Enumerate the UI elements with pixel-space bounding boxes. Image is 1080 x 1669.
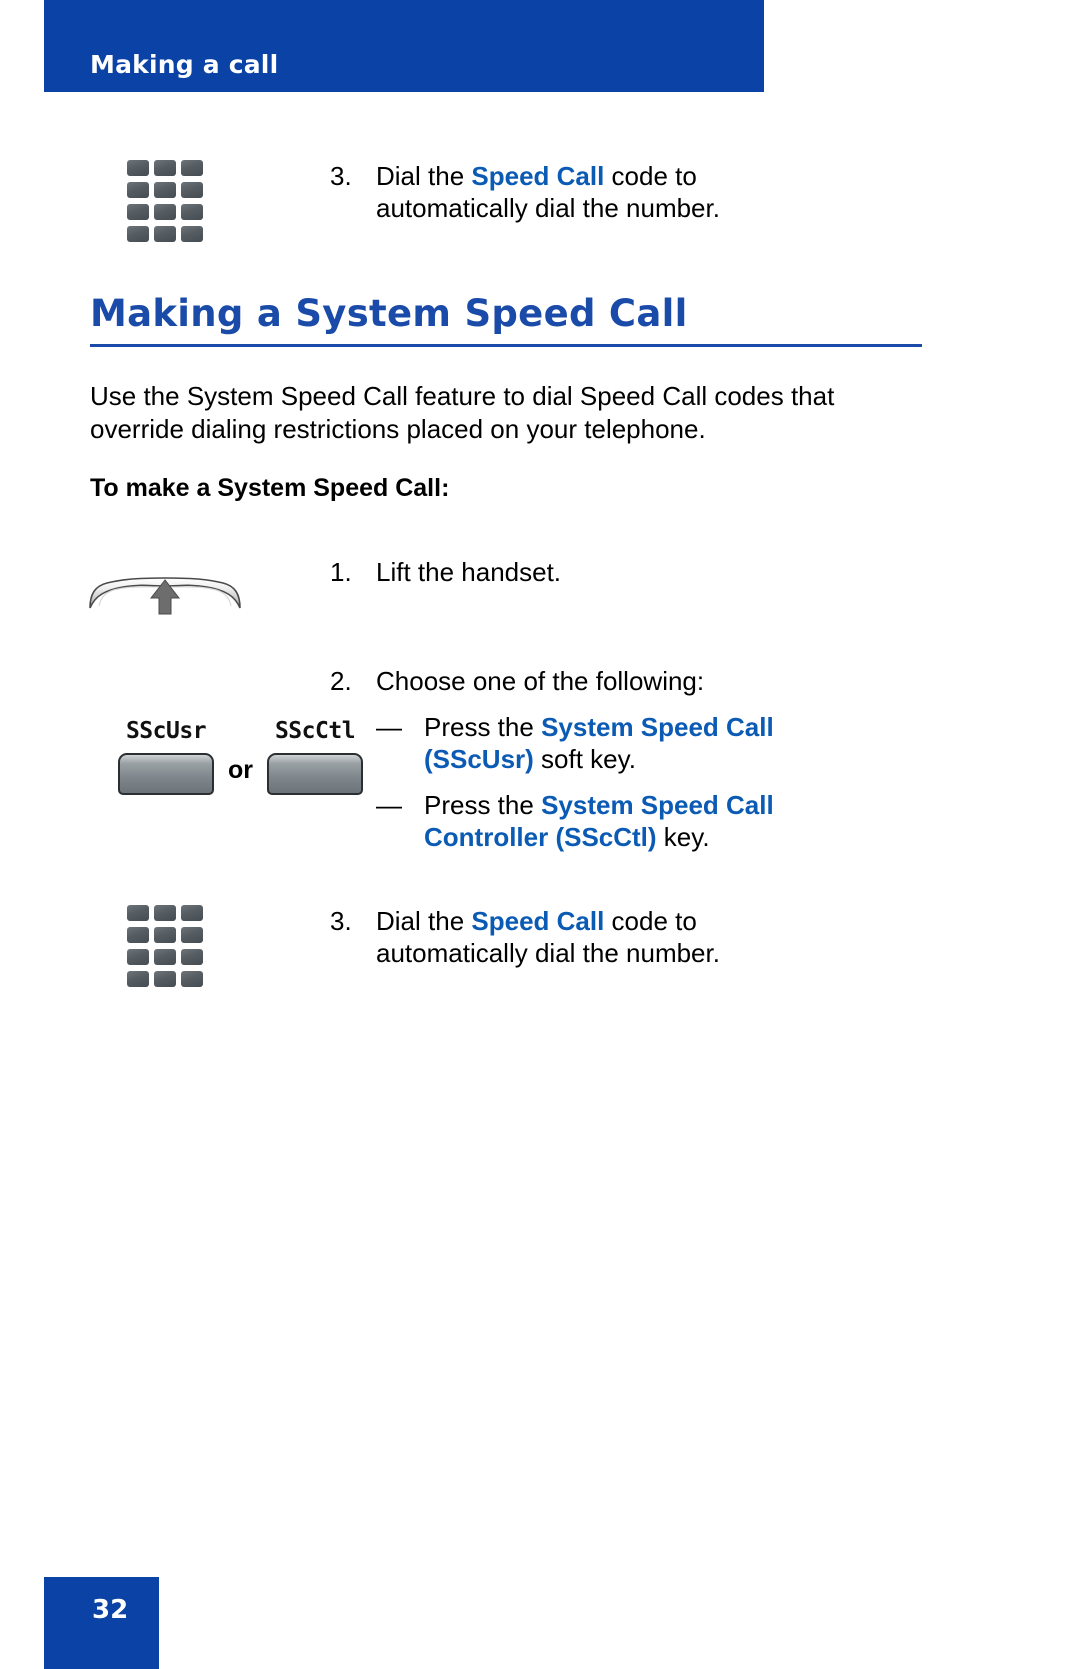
keypad-key [154,182,176,198]
step-number: 3. [330,161,352,191]
step-icon-keypad-bottom [0,905,330,988]
keypad-key [181,182,203,198]
keypad-key [127,949,149,965]
keypad-key [181,971,203,987]
step-description: Dial the Speed Call code to automaticall… [376,160,796,224]
step-icon-handset [0,556,330,616]
keypad-key [154,971,176,987]
step-text-before: Dial the [376,161,472,191]
handset-icon-svg [89,577,241,615]
keypad-key [127,927,149,943]
step-row-top: 3. Dial the Speed Call code to automatic… [0,160,1000,243]
keypad-key [127,204,149,220]
handset-icon [85,556,245,616]
step-text-2: 2. Choose one of the following: — Press … [330,665,1000,853]
softkey-ssctl[interactable]: SScCtl [267,718,363,795]
section-paragraph: Use the System Speed Call feature to dia… [90,381,835,444]
softkey-sscusr-label: SScUsr [125,718,207,744]
keypad-key [154,949,176,965]
softkey-sscusr[interactable]: SScUsr [118,718,214,795]
softkey-illustration: SScUsr or SScCtl [118,718,363,795]
step-description: Dial the Speed Call code to automaticall… [376,905,796,969]
keypad-key [127,182,149,198]
page-header-banner: Making a call [44,0,764,92]
step-row-1: 1. Lift the handset. [0,556,1000,616]
keypad-key [181,226,203,242]
step-number: 3. [330,906,352,936]
keypad-key [154,905,176,921]
step-description: Lift the handset. [376,557,562,587]
sub-bullet-ssctl: — Press the System Speed Call Controller… [376,789,844,853]
step-description: Choose one of the following: [376,666,705,696]
bullet-text-before: Press the [424,790,542,820]
keypad-key [154,160,176,176]
step-text-before: Dial the [376,906,472,936]
step-row-3: 3. Dial the Speed Call code to automatic… [0,905,1000,988]
softkey-separator: or [228,756,253,784]
sub-bullet-sscusr: — Press the System Speed Call (SScUsr) s… [376,711,844,775]
bullet-text-before: Press the [424,712,542,742]
sub-bullet-text: Press the System Speed Call Controller (… [424,789,844,853]
step-text-1: 1. Lift the handset. [330,556,1000,588]
step-text-top: 3. Dial the Speed Call code to automatic… [330,160,1000,224]
footer-page-box: 32 [44,1577,159,1669]
step-icon-keypad-top [0,160,330,243]
keypad-key [154,226,176,242]
page-content: Making a call 3. Dial the Speed Call cod… [0,0,1080,1669]
bullet-text-after: key. [656,822,710,852]
step-2-content: Choose one of the following: — Press the… [376,665,844,853]
keypad-key [154,927,176,943]
step-text-3: 3. Dial the Speed Call code to automatic… [330,905,1000,969]
keypad-key [127,226,149,242]
section-subheading: To make a System Speed Call: [90,474,450,502]
softkey-ssctl-label: SScCtl [274,718,356,744]
keypad-key [127,160,149,176]
em-dash-icon: — [376,790,402,820]
page-number: 32 [92,1595,129,1625]
keypad-key [181,204,203,220]
keypad-icon [127,160,203,243]
keypad-key [127,905,149,921]
keypad-key [154,204,176,220]
keypad-key [181,160,203,176]
keypad-key [181,949,203,965]
section-heading: Making a System Speed Call [90,292,688,335]
section-heading-rule [90,344,922,347]
keypad-icon [127,905,203,988]
keypad-key [127,971,149,987]
sub-bullet-text: Press the System Speed Call (SScUsr) sof… [424,711,844,775]
keypad-key [181,905,203,921]
softkey-ssctl-button[interactable] [267,753,363,795]
step-number: 2. [330,666,352,696]
em-dash-icon: — [376,712,402,742]
softkey-sscusr-button[interactable] [118,753,214,795]
step-number: 1. [330,557,352,587]
bullet-text-after: soft key. [533,744,636,774]
step-highlight-term: Speed Call [471,161,605,191]
page-header-title: Making a call [90,50,279,79]
keypad-key [181,927,203,943]
step-highlight-term: Speed Call [471,906,605,936]
